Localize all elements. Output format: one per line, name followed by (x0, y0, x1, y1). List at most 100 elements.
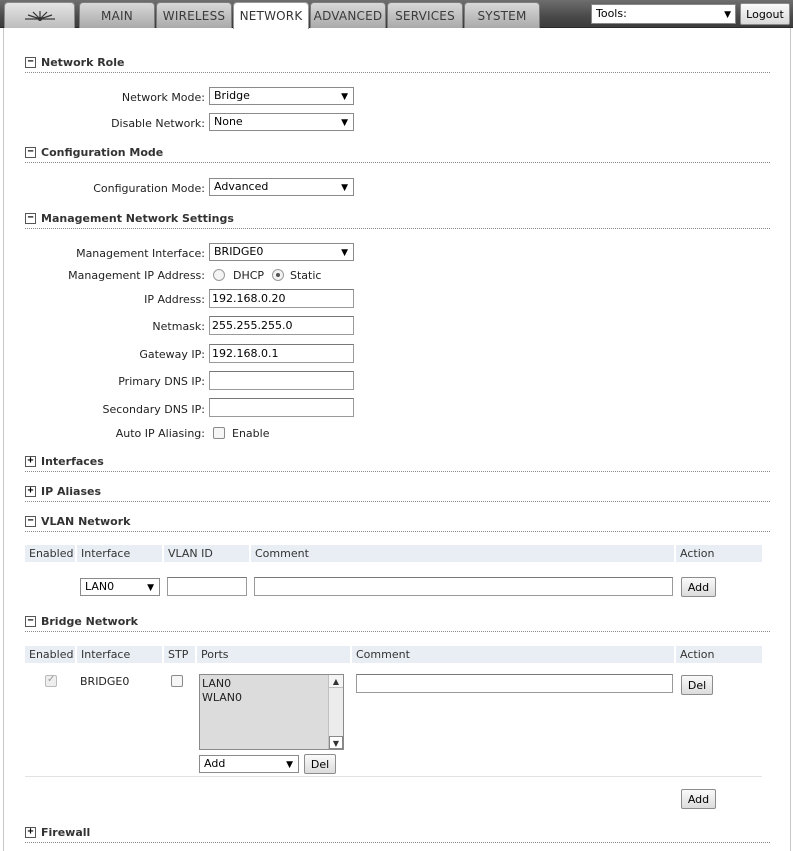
chevron-down-icon: ▼ (341, 183, 348, 193)
section-title: Firewall (41, 826, 91, 839)
section-title: Network Role (41, 56, 125, 69)
section-network-role: − Network Role (25, 56, 770, 73)
section-configuration-mode: − Configuration Mode (25, 146, 770, 163)
bridge-col-comment: Comment (352, 646, 676, 663)
section-bridge-network: − Bridge Network (25, 615, 770, 632)
section-title: Management Network Settings (41, 212, 234, 225)
top-navigation-bar: MAIN WIRELESS NETWORK ADVANCED SERVICES … (0, 0, 793, 29)
section-title: Bridge Network (41, 615, 139, 628)
bridge-ports-listbox[interactable]: LAN0 WLAN0 ▲ ▼ (199, 674, 344, 750)
tab-main[interactable]: MAIN (79, 2, 155, 28)
dhcp-radio-label: DHCP (233, 269, 265, 282)
static-radio-label: Static (290, 269, 322, 282)
bridge-port-add-select[interactable]: Add ▼ (199, 755, 299, 773)
management-interface-value: BRIDGE0 (214, 245, 264, 258)
bridge-add-button[interactable]: Add (681, 789, 716, 809)
chevron-down-icon: ▼ (724, 10, 731, 20)
static-radio[interactable] (272, 269, 284, 281)
gateway-ip-label: Gateway IP: (139, 348, 205, 361)
ip-address-field[interactable]: 192.168.0.20 (209, 289, 354, 308)
scrollbar[interactable]: ▲ ▼ (328, 675, 343, 749)
checkmark-icon: ✓ (47, 674, 56, 685)
auto-ip-aliasing-checkbox[interactable] (213, 427, 225, 439)
management-interface-select[interactable]: BRIDGE0 ▼ (209, 243, 354, 261)
bridge-col-interface: Interface (77, 646, 164, 663)
collapse-icon[interactable]: − (25, 57, 36, 68)
disable-network-value: None (214, 115, 243, 128)
bridge-stp-checkbox[interactable] (171, 675, 183, 687)
netmask-field[interactable]: 255.255.255.0 (209, 316, 354, 335)
section-ip-aliases: + IP Aliases (25, 485, 770, 502)
collapse-icon[interactable]: − (25, 147, 36, 158)
vlan-add-button[interactable]: Add (681, 577, 716, 597)
list-item[interactable]: WLAN0 (202, 691, 242, 704)
configuration-mode-value: Advanced (214, 180, 269, 193)
gateway-ip-field[interactable]: 192.168.0.1 (209, 344, 354, 363)
tab-network[interactable]: NETWORK (233, 2, 309, 29)
bridge-comment-field[interactable] (356, 674, 673, 693)
bridge-col-enabled: Enabled (25, 646, 77, 663)
scroll-up-icon[interactable]: ▲ (329, 675, 343, 688)
tab-wireless[interactable]: WIRELESS (156, 2, 232, 28)
section-interfaces: + Interfaces (25, 455, 770, 472)
ubiquiti-logo-icon (24, 10, 55, 21)
section-vlan-network: − VLAN Network (25, 515, 770, 532)
chevron-down-icon: ▼ (147, 583, 154, 593)
section-firewall: + Firewall (25, 826, 770, 843)
tab-advanced[interactable]: ADVANCED (310, 2, 386, 28)
disable-network-select[interactable]: None ▼ (209, 113, 354, 131)
expand-icon[interactable]: + (25, 456, 36, 467)
scroll-down-icon[interactable]: ▼ (329, 736, 343, 749)
expand-icon[interactable]: + (25, 827, 36, 838)
configuration-mode-label: Configuration Mode: (93, 182, 205, 195)
network-mode-label: Network Mode: (121, 91, 205, 104)
network-mode-value: Bridge (214, 89, 250, 102)
expand-icon[interactable]: + (25, 486, 36, 497)
vlan-comment-field[interactable] (254, 577, 673, 596)
bridge-col-stp: STP (164, 646, 197, 663)
configuration-mode-select[interactable]: Advanced ▼ (209, 178, 354, 196)
bridge-col-ports: Ports (197, 646, 352, 663)
section-title: IP Aliases (41, 485, 102, 498)
section-management-network: − Management Network Settings (25, 212, 770, 229)
vlan-col-action: Action (676, 545, 762, 562)
vlan-col-enabled: Enabled (25, 545, 77, 562)
row-divider (25, 776, 762, 777)
vlan-col-comment: Comment (251, 545, 676, 562)
bridge-interface-name: BRIDGE0 (80, 675, 130, 688)
chevron-down-icon: ▼ (286, 760, 293, 770)
chevron-down-icon: ▼ (341, 248, 348, 258)
network-mode-select[interactable]: Bridge ▼ (209, 87, 354, 105)
management-ip-address-label: Management IP Address: (68, 269, 205, 282)
tab-services[interactable]: SERVICES (387, 2, 463, 28)
bridge-col-action: Action (676, 646, 762, 663)
logo-tab[interactable] (4, 2, 75, 28)
collapse-icon[interactable]: − (25, 616, 36, 627)
section-title: Interfaces (41, 455, 104, 468)
collapse-icon[interactable]: − (25, 213, 36, 224)
tools-select[interactable]: Tools: ▼ (591, 4, 736, 24)
bridge-enabled-checkbox[interactable]: ✓ (45, 674, 57, 687)
primary-dns-field[interactable] (209, 371, 354, 390)
secondary-dns-field[interactable] (209, 398, 354, 417)
section-title: Configuration Mode (41, 146, 164, 159)
dhcp-radio[interactable] (213, 269, 225, 281)
bridge-port-del-button[interactable]: Del (304, 754, 336, 774)
secondary-dns-label: Secondary DNS IP: (102, 403, 205, 416)
tab-system[interactable]: SYSTEM (464, 2, 540, 28)
primary-dns-label: Primary DNS IP: (118, 375, 205, 388)
vlan-col-interface: Interface (77, 545, 164, 562)
bridge-port-add-value: Add (204, 757, 226, 770)
bridge-del-button[interactable]: Del (681, 675, 713, 695)
tools-select-value: Tools: (596, 7, 627, 20)
auto-ip-aliasing-option-label: Enable (232, 427, 270, 440)
collapse-icon[interactable]: − (25, 516, 36, 527)
disable-network-label: Disable Network: (111, 117, 205, 130)
list-item[interactable]: LAN0 (202, 677, 231, 690)
management-interface-label: Management Interface: (76, 247, 205, 260)
vlan-id-field[interactable] (167, 577, 247, 596)
logout-button[interactable]: Logout (740, 3, 790, 25)
section-title: VLAN Network (41, 515, 131, 528)
vlan-interface-select[interactable]: LAN0 ▼ (80, 578, 160, 596)
vlan-interface-value: LAN0 (85, 580, 115, 593)
